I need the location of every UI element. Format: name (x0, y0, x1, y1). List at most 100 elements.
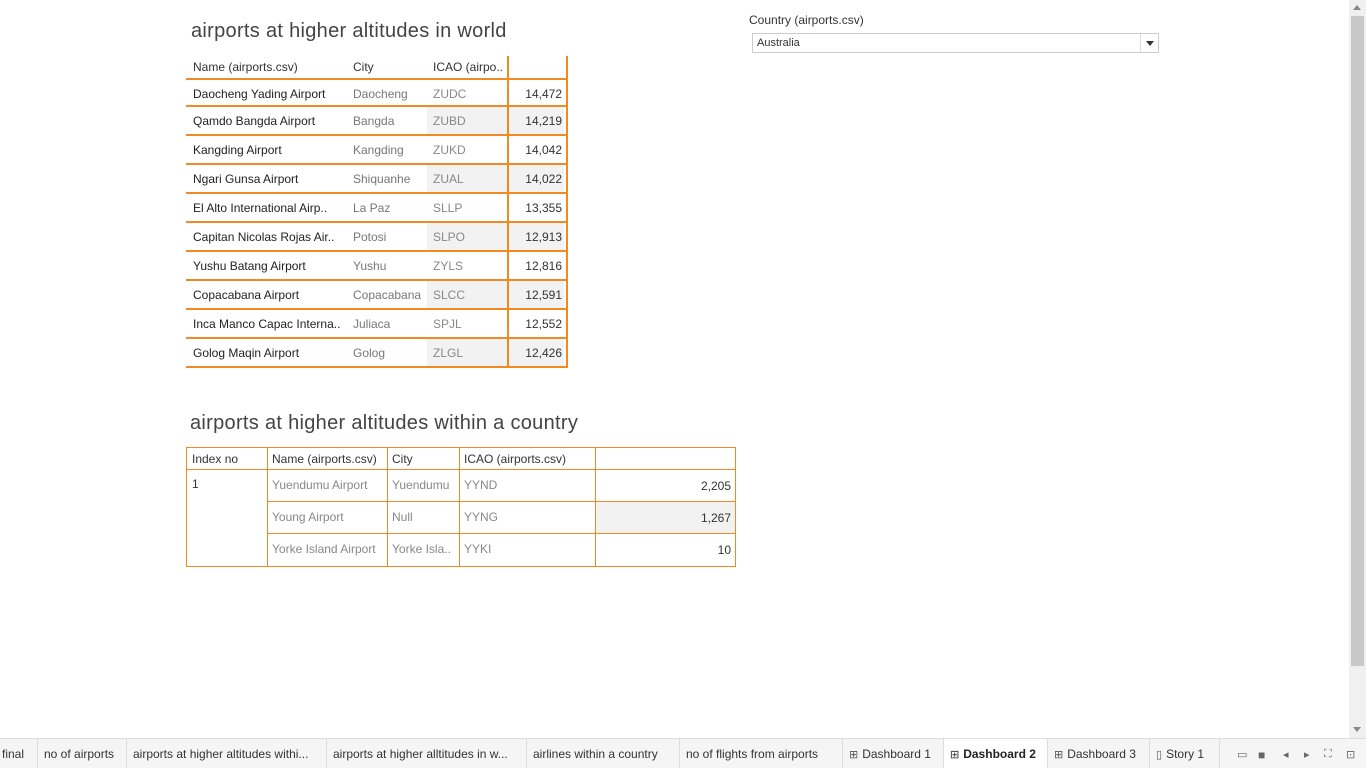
sheet-tab[interactable]: final (0, 739, 38, 768)
header-icao[interactable]: ICAO (airports.csv) (464, 452, 594, 466)
sheet-tab-label: Dashboard 2 (963, 747, 1036, 761)
airport-altitude: 2,205 (700, 479, 731, 493)
table-row[interactable]: Golog Maqin Airport Golog ZLGL 12,426 (186, 339, 568, 368)
table-row[interactable]: Daocheng Yading Airport Daocheng ZUDC 14,47… (186, 78, 568, 107)
airport-city: Yushu (353, 259, 387, 273)
table-row[interactable]: Ngari Gunsa Airport Shiquanhe ZUAL 14,022 (186, 165, 568, 194)
sheet-tab-label: no of airports (44, 747, 115, 761)
airport-icao: ZUAL (427, 165, 507, 192)
airport-icao: ZYLS (433, 259, 464, 273)
world-table-header: Name (airports.csv) City ICAO (airpo.. (186, 56, 568, 78)
airport-icao: SPJL (433, 317, 462, 331)
header-name[interactable]: Name (airports.csv) (272, 452, 386, 466)
chevron-down-icon (1146, 41, 1154, 46)
country-filter-label: Country (airports.csv) (749, 13, 864, 27)
airport-icao: SLCC (427, 281, 507, 308)
airport-name: Ngari Gunsa Airport (193, 172, 299, 186)
airport-icao: ZUKD (433, 143, 466, 157)
table-row[interactable]: Yushu Batang Airport Yushu ZYLS 12,816 (186, 252, 568, 281)
airport-altitude: 12,426 (509, 339, 564, 366)
airport-city: Yorke Isla.. (392, 542, 451, 556)
airport-icao: SLPO (427, 223, 507, 250)
airport-city: Null (392, 510, 413, 524)
show-filmstrip-icon[interactable]: ▭ (1237, 748, 1247, 761)
sheet-tab-label: Story 1 (1166, 747, 1205, 761)
airport-city: Golog (353, 346, 386, 360)
airport-name: Yorke Island Airport (272, 542, 376, 556)
sheet-tab[interactable]: no of flights from airports (680, 739, 843, 768)
header-icao[interactable]: ICAO (airpo.. (433, 60, 507, 74)
airport-city: Yuendumu (392, 478, 450, 492)
header-index[interactable]: Index no (192, 452, 264, 466)
airport-altitude: 13,355 (525, 201, 562, 215)
sheet-tab[interactable]: airports at higher alltitudes in w... (327, 739, 527, 768)
presentation-icon[interactable]: ⊡ (1346, 748, 1355, 761)
show-tabs-icon[interactable]: ■ (1258, 748, 1265, 762)
header-name[interactable]: Name (airports.csv) (193, 60, 348, 74)
previous-sheet-icon[interactable]: ◂ (1283, 748, 1289, 761)
table-row[interactable]: Inca Manco Capac Interna.. Juliaca SPJL 12,… (186, 310, 568, 339)
airport-icao: ZUBD (427, 107, 507, 134)
country-filter-dropdown[interactable]: Australia (752, 33, 1159, 53)
world-table-title: airports at higher altitudes in world (191, 20, 507, 42)
sheet-tab[interactable]: airports at higher altitudes withi... (127, 739, 327, 768)
airport-city: Juliaca (353, 317, 391, 331)
airport-altitude: 10 (717, 543, 731, 557)
dashboard-icon: ⊞ (1054, 749, 1064, 761)
airport-altitude: 12,913 (509, 223, 564, 250)
airport-name: Golog Maqin Airport (193, 346, 300, 360)
airport-altitude: 14,022 (509, 165, 564, 192)
header-city[interactable]: City (353, 60, 425, 74)
sheet-tab-label: Dashboard 1 (862, 747, 931, 761)
airport-altitude: 14,042 (525, 143, 562, 157)
table-row[interactable]: El Alto International Airp.. La Paz SLLP 13… (186, 194, 568, 223)
airport-icao: ZLGL (427, 339, 507, 366)
airport-altitude: 1,267 (700, 511, 731, 525)
next-sheet-icon[interactable]: ▸ (1304, 748, 1310, 761)
airport-city: Copacabana (353, 288, 422, 302)
airport-city: Daocheng (353, 87, 408, 101)
airport-name: Young Airport (272, 510, 344, 524)
sheet-tab[interactable]: ⊞ Dashboard 3 (1048, 739, 1150, 768)
sheet-tab[interactable]: no of airports (38, 739, 127, 768)
sheet-tab-bar: final no of airports airports at higher al… (0, 738, 1366, 768)
airport-name: Copacabana Airport (193, 288, 300, 302)
sheet-tab-label: airports at higher altitudes withi... (133, 747, 309, 761)
airport-name: Daocheng Yading Airport (193, 87, 326, 101)
airport-name: Inca Manco Capac Interna.. (193, 317, 341, 331)
airport-altitude: 12,591 (509, 281, 564, 308)
sheet-tab[interactable]: ▯ Story 1 (1150, 739, 1220, 768)
scroll-up-icon[interactable] (1353, 5, 1361, 10)
sheet-tab-label: Dashboard 3 (1067, 747, 1136, 761)
airport-icao: SLLP (433, 201, 463, 215)
sheet-tab[interactable]: airlines within a country (527, 739, 680, 768)
index-value: 1 (192, 477, 199, 491)
sheet-tab[interactable]: ⊞ Dashboard 2 (944, 739, 1048, 768)
dropdown-button[interactable] (1140, 34, 1158, 52)
world-altitude-table: Name (airports.csv) City ICAO (airpo.. D… (186, 56, 568, 368)
world-table-body: Daocheng Yading Airport Daocheng ZUDC 14,47… (186, 78, 568, 368)
table-row[interactable]: Capitan Nicolas Rojas Air.. Potosi SLPO 12,… (186, 223, 568, 252)
scrollbar-thumb[interactable] (1351, 16, 1364, 666)
dashboard-icon: ⊞ (849, 749, 859, 761)
header-city[interactable]: City (392, 452, 458, 466)
vertical-scrollbar[interactable] (1349, 0, 1366, 738)
airport-altitude: 14,219 (509, 107, 564, 134)
sheet-tab-label: final (2, 747, 25, 761)
fullscreen-icon[interactable]: ⛶ (1324, 748, 1332, 761)
column-divider (507, 56, 509, 368)
airport-city: La Paz (353, 201, 391, 215)
airport-name: Yuendumu Airport (272, 478, 368, 492)
airport-name: Capitan Nicolas Rojas Air.. (193, 230, 335, 244)
airport-city: Bangda (353, 114, 395, 128)
table-row[interactable]: Kangding Airport Kangding ZUKD 14,042 (186, 136, 568, 165)
country-filter-value: Australia (757, 37, 800, 49)
sheet-tab-label: airports at higher alltitudes in w... (333, 747, 508, 761)
table-row[interactable]: Copacabana Airport Copacabana SLCC 12,591 (186, 281, 568, 310)
dashboard-icon: ⊞ (950, 749, 960, 761)
airport-icao: YYNG (464, 510, 499, 524)
sheet-tab[interactable]: ⊞ Dashboard 1 (843, 739, 944, 768)
scroll-down-icon[interactable] (1353, 727, 1361, 732)
airport-icao: ZUDC (433, 87, 467, 101)
table-row[interactable]: Qamdo Bangda Airport Bangda ZUBD 14,219 (186, 107, 568, 136)
